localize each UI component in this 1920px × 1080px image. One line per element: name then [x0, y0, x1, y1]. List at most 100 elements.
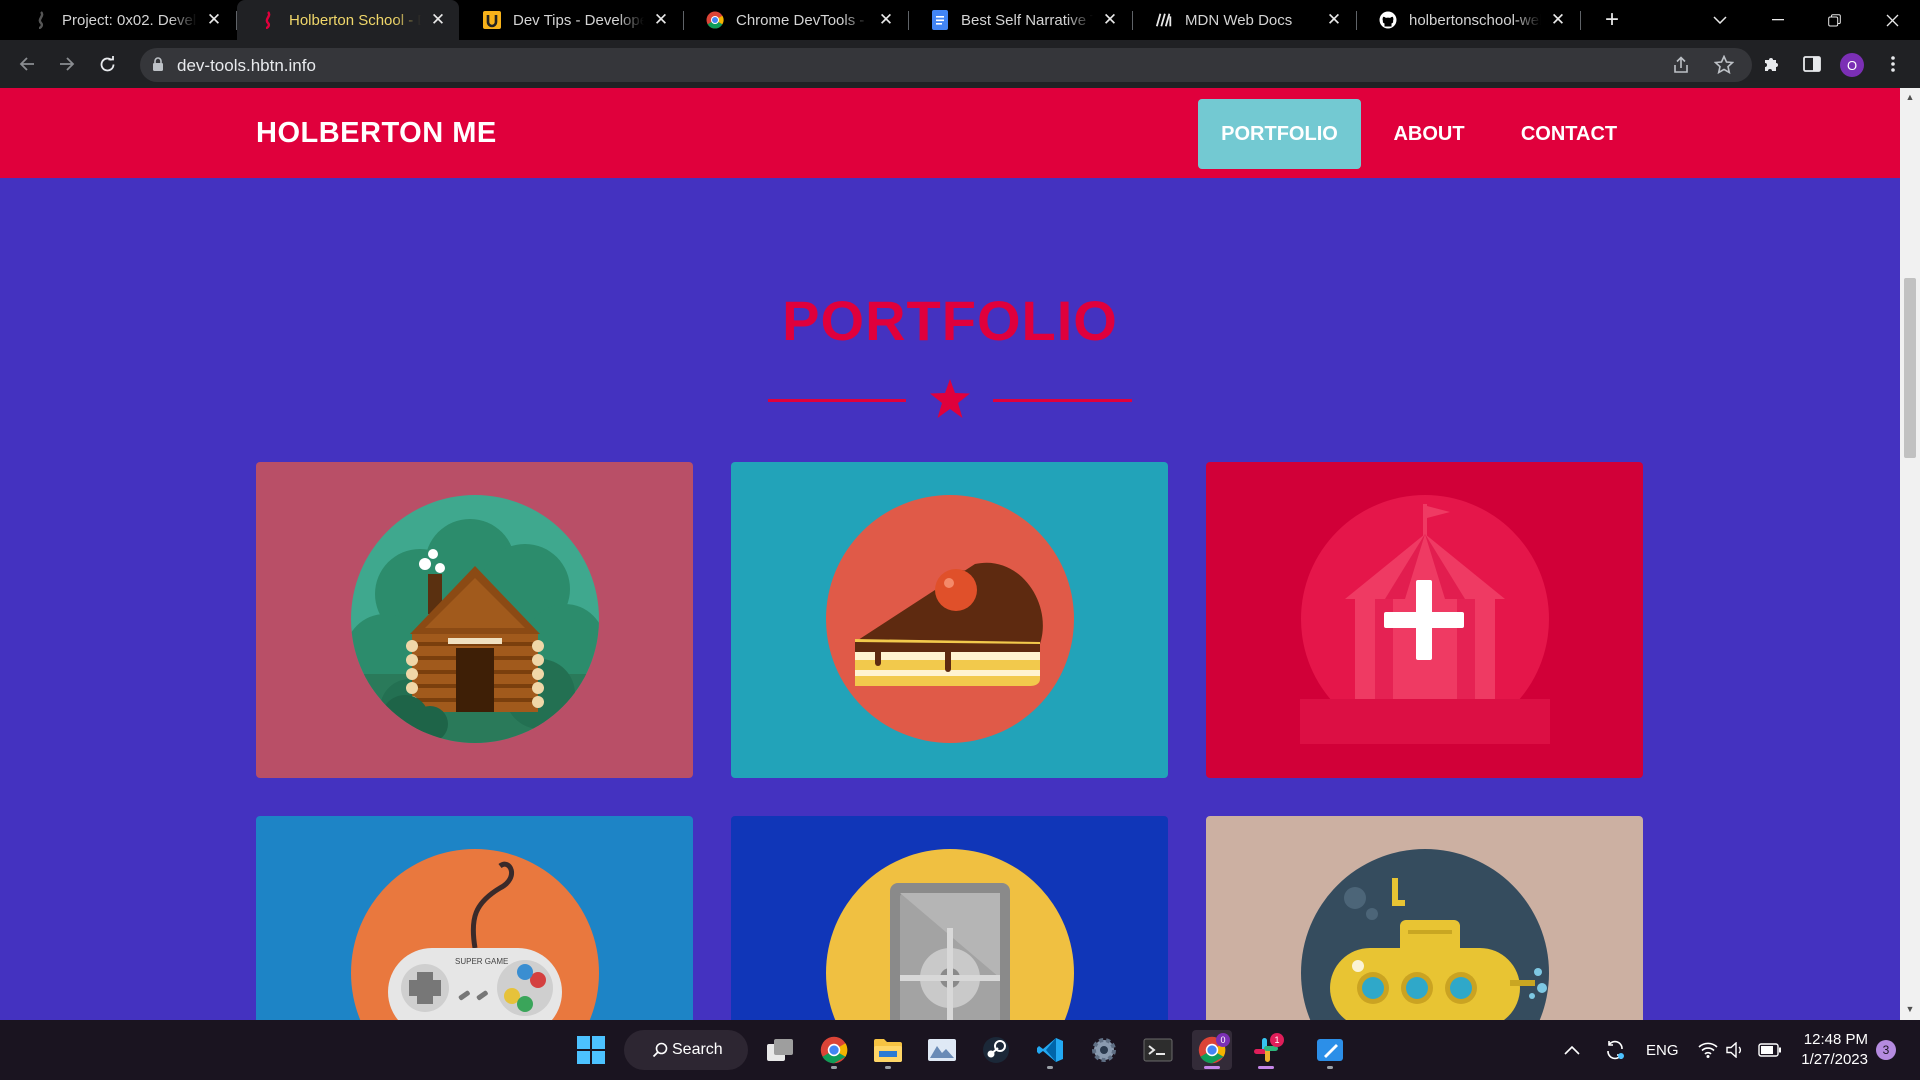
share-icon[interactable] [1672, 56, 1690, 74]
tab-project[interactable]: Project: 0x02. Develop ✕ [10, 0, 235, 40]
close-icon[interactable]: ✕ [652, 10, 670, 29]
notification-badge[interactable]: 3 [1876, 1040, 1896, 1060]
arrow-left-icon [19, 57, 34, 71]
system-clock[interactable]: 12:48 PM 1/27/2023 [1800, 1030, 1868, 1070]
tab-separator [1356, 11, 1357, 30]
nav-link-contact[interactable]: CONTACT [1506, 99, 1632, 169]
clock-date: 1/27/2023 [1801, 1051, 1868, 1068]
task-view-button[interactable] [760, 1030, 800, 1070]
terminal-icon [1143, 1038, 1173, 1062]
reload-icon [100, 55, 114, 71]
portfolio-card-cabin[interactable] [256, 462, 693, 778]
paint-icon [1317, 1039, 1343, 1061]
tab-mdn[interactable]: MDN Web Docs ✕ [1133, 0, 1355, 40]
battery-icon [1758, 1043, 1781, 1057]
tab-best-self[interactable]: Best Self Narrative Te ✕ [909, 0, 1131, 40]
menu-button[interactable] [1879, 50, 1907, 78]
speaker-icon [1726, 1042, 1741, 1058]
forward-button[interactable] [53, 50, 81, 78]
close-icon [1886, 14, 1898, 26]
language-indicator[interactable]: ENG [1646, 1020, 1679, 1080]
chevron-up-icon [1564, 1045, 1580, 1055]
profile-avatar[interactable]: O [1840, 53, 1864, 77]
close-icon[interactable]: ✕ [429, 10, 447, 29]
portfolio-card-cake[interactable] [731, 462, 1168, 778]
side-panel-button[interactable] [1798, 50, 1826, 78]
taskbar-photos[interactable] [922, 1030, 962, 1070]
tab-search-button[interactable] [1692, 0, 1748, 40]
tab-title: Chrome DevTools - Ch [736, 11, 869, 29]
sync-status-icon[interactable] [1604, 1020, 1626, 1080]
taskbar-steam[interactable] [976, 1030, 1016, 1070]
portfolio-card-submarine[interactable] [1206, 816, 1643, 1020]
tray-overflow-button[interactable] [1564, 1020, 1580, 1080]
chrome-icon [706, 11, 724, 29]
vscode-icon [1037, 1038, 1063, 1062]
new-tab-button[interactable]: + [1598, 6, 1626, 34]
safe-icon [826, 849, 1074, 1020]
taskbar-chrome-active[interactable]: 0 [1192, 1030, 1232, 1070]
windows-icon [577, 1036, 605, 1064]
back-button[interactable] [13, 50, 41, 78]
restore-icon [1827, 13, 1841, 26]
close-icon[interactable]: ✕ [1101, 10, 1119, 29]
portfolio-card-game-controller[interactable]: SUPER GAME [256, 816, 693, 1020]
tab-github[interactable]: holbertonschool-web ✕ [1357, 0, 1579, 40]
close-icon[interactable]: ✕ [1325, 10, 1343, 29]
tab-title: Best Self Narrative Te [961, 11, 1093, 29]
tab-holberton-school[interactable]: Holberton School - De ✕ [237, 0, 459, 40]
task-view-icon [767, 1039, 793, 1061]
section-title: PORTFOLIO [782, 289, 1118, 352]
start-button[interactable] [571, 1030, 611, 1070]
chevron-down-icon [1713, 16, 1727, 24]
tab-chrome-devtools[interactable]: Chrome DevTools - Ch ✕ [684, 0, 907, 40]
tab-separator [683, 11, 684, 30]
taskbar-vscode[interactable] [1030, 1030, 1070, 1070]
extensions-button[interactable] [1758, 50, 1786, 78]
taskbar-search[interactable]: Search [624, 1030, 748, 1070]
close-window-button[interactable] [1864, 0, 1920, 40]
minimize-button[interactable] [1750, 0, 1806, 40]
taskbar-settings[interactable] [1084, 1030, 1124, 1070]
restore-button[interactable] [1806, 0, 1862, 40]
screen: Project: 0x02. Develop ✕ Holberton Schoo… [0, 0, 1920, 1080]
wifi-icon[interactable] [1698, 1020, 1718, 1080]
volume-icon[interactable] [1726, 1020, 1744, 1080]
taskbar-slack[interactable]: 1 [1246, 1030, 1286, 1070]
taskbar: Search 0 1 [0, 1020, 1920, 1080]
sync-icon [1607, 1040, 1624, 1060]
close-icon[interactable]: ✕ [205, 10, 223, 29]
mdn-icon [1155, 11, 1173, 29]
wifi-icon [1698, 1042, 1718, 1058]
taskbar-paint[interactable] [1310, 1030, 1350, 1070]
battery-icon[interactable] [1758, 1020, 1782, 1080]
taskbar-terminal[interactable] [1138, 1030, 1178, 1070]
slack-badge: 1 [1270, 1033, 1284, 1047]
site-brand[interactable]: HOLBERTON ME [256, 117, 497, 150]
tab-separator [236, 11, 237, 30]
dev-tips-icon [483, 11, 501, 29]
divider-line-right [993, 399, 1132, 402]
tab-dev-tips[interactable]: Dev Tips - Developer ✕ [461, 0, 682, 40]
docs-icon [931, 10, 949, 30]
close-icon[interactable]: ✕ [877, 10, 895, 29]
scroll-up-arrow[interactable]: ▲ [1905, 92, 1915, 102]
tab-title: Holberton School - De [289, 11, 421, 29]
portfolio-card-safe[interactable] [731, 816, 1168, 1020]
scrollbar-thumb[interactable] [1904, 278, 1916, 458]
nav-link-about[interactable]: ABOUT [1378, 99, 1480, 169]
tab-title: Project: 0x02. Develop [62, 11, 197, 29]
cabin-icon [351, 495, 599, 743]
reload-button[interactable] [93, 50, 121, 78]
nav-link-portfolio[interactable]: PORTFOLIO [1198, 99, 1361, 169]
taskbar-chrome[interactable] [814, 1030, 854, 1070]
submarine-icon [1301, 849, 1549, 1020]
chrome-icon [820, 1036, 848, 1064]
address-bar[interactable]: dev-tools.hbtn.info [140, 48, 1752, 82]
portfolio-card-circus[interactable] [1206, 462, 1643, 778]
taskbar-file-explorer[interactable] [868, 1030, 908, 1070]
page-scrollbar[interactable]: ▲ ▼ [1900, 88, 1920, 1020]
scroll-down-arrow[interactable]: ▼ [1905, 1004, 1915, 1014]
bookmark-star-icon[interactable] [1714, 55, 1734, 75]
close-icon[interactable]: ✕ [1549, 10, 1567, 29]
